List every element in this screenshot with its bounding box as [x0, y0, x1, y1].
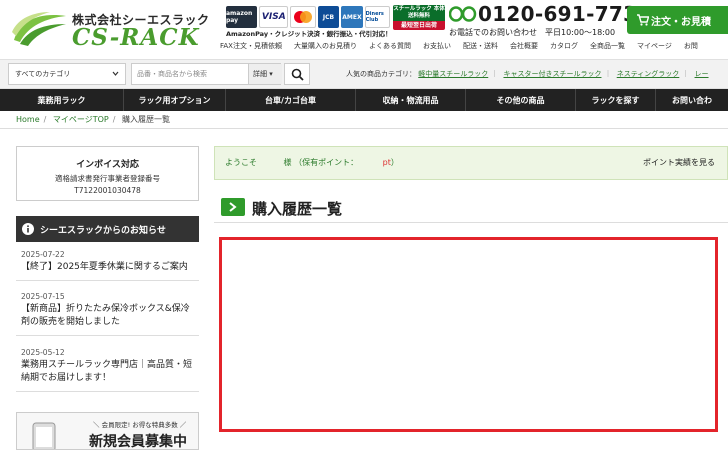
mastercard-icon	[294, 11, 313, 23]
popular-link-more[interactable]: レー	[695, 70, 709, 78]
amazon-pay-logo: amazon pay	[226, 6, 258, 28]
order-estimate-label: 注文・お見積	[651, 16, 711, 28]
category-select[interactable]: すべてのカテゴリ	[8, 63, 126, 85]
news-divider	[16, 391, 199, 392]
notice-header: シーエスラックからのお知らせ	[16, 216, 199, 242]
popular-label: 人気の商品カテゴリ：	[346, 70, 416, 78]
news-item[interactable]: 2025-07-15 【新商品】折りたたみ保冷ボックス&保冷剤の販売を開始しまし…	[16, 292, 199, 336]
subnav-faq[interactable]: よくある質問	[363, 41, 417, 51]
nav-rack-options[interactable]: ラック用オプション	[124, 89, 226, 111]
subnav-contact[interactable]: お問	[678, 41, 704, 51]
nav-storage-logistics[interactable]: 収納・物流用品	[356, 89, 466, 111]
free-dial-icon	[449, 6, 477, 22]
main-nav: 業務用ラック ラック用オプション 台車/カゴ台車 収納・物流用品 その他の商品 …	[0, 89, 728, 111]
welcome-prefix: ようこそ	[225, 158, 257, 167]
popular-link-light-rack[interactable]: 軽中量スチールラック	[418, 70, 488, 78]
detail-search-select[interactable]: 詳細 ▾	[248, 64, 282, 84]
title-divider	[214, 222, 728, 223]
breadcrumb-divider	[0, 128, 728, 129]
nav-contact[interactable]: お問い合わ	[656, 89, 728, 111]
news-date: 2025-07-15	[21, 292, 65, 301]
breadcrumb-current: 購入履歴一覧	[121, 115, 170, 124]
shipping-badge: スチールラック 本体送料無料 最短翌日出荷	[393, 5, 445, 30]
title-marker	[221, 198, 245, 216]
member-signup-banner[interactable]: ＼ 会員限定! お得な特典多数 ／ 新規会員募集中	[16, 412, 199, 450]
invoice-title: インボイス対応	[76, 160, 139, 170]
search-placeholder: 品番・商品名から検索	[137, 70, 207, 78]
smartphone-icon	[32, 422, 56, 449]
header-subnav: FAX注文・見積依頼 大量購入のお見積り よくある質問 お支払い 配送・送料 会…	[214, 41, 704, 51]
news-date: 2025-05-12	[21, 348, 65, 357]
breadcrumb: Home / マイページTOP / 購入履歴一覧	[16, 115, 170, 124]
subnav-all-products[interactable]: 全商品一覧	[584, 41, 631, 51]
news-divider	[16, 280, 199, 281]
news-title[interactable]: 業務用スチールラック専門店｜高品質・短納期でお届けします！	[21, 359, 193, 385]
subnav-shipping[interactable]: 配送・送料	[457, 41, 504, 51]
welcome-text: ようこそ 様 （保有ポイント： pt）	[225, 157, 399, 168]
info-icon	[22, 223, 34, 235]
order-estimate-button[interactable]: 注文・お見積	[627, 6, 728, 34]
points-history-link[interactable]: ポイント実績を見る	[643, 157, 715, 168]
search-button[interactable]	[284, 63, 310, 85]
amex-logo: AMEX	[341, 6, 363, 28]
phone-number[interactable]: 0120-691-773	[478, 2, 637, 26]
diners-logo: Diners Club	[364, 6, 391, 28]
welcome-box: ようこそ 様 （保有ポイント： pt） ポイント実績を見る	[214, 146, 728, 180]
popular-categories: 人気の商品カテゴリ： 軽中量スチールラック｜ キャスター付きスチールラック｜ ネ…	[346, 70, 709, 78]
cs-rack-logo-icon[interactable]	[10, 10, 70, 48]
news-title[interactable]: 【新商品】折りたたみ保冷ボックス&保冷剤の販売を開始しました	[21, 303, 193, 329]
popular-link-caster-rack[interactable]: キャスター付きスチールラック	[503, 70, 601, 78]
welcome-suffix: ）	[390, 158, 399, 167]
subnav-mypage[interactable]: マイページ	[631, 41, 678, 51]
news-item[interactable]: 2025-05-12 業務用スチールラック専門店｜高品質・短納期でお届けします！	[16, 348, 199, 392]
breadcrumb-mypage[interactable]: マイページTOP	[53, 115, 109, 124]
payment-logos: amazon pay VISA JCB AMEX Diners Club	[226, 6, 391, 28]
search-bar: すべてのカテゴリ 品番・商品名から検索 詳細 ▾ 人気の商品カテゴリ： 軽中量ス…	[0, 59, 728, 89]
notice-title: シーエスラックからのお知らせ	[40, 225, 166, 236]
brand-name[interactable]: CS-RACK	[72, 24, 200, 51]
banner-subtitle: ＼ 会員限定! お得な特典多数 ／	[93, 421, 187, 429]
invoice-box: インボイス対応 適格請求書発行事業者登録番号 T7122001030478	[16, 146, 199, 201]
nav-find-rack[interactable]: ラックを探す	[576, 89, 656, 111]
purchase-history-area	[219, 237, 718, 432]
invoice-registration-number: T7122001030478	[74, 186, 141, 195]
news-item[interactable]: 2025-07-22 【終了】2025年夏季休業に関するご案内	[16, 250, 199, 281]
category-select-label: すべてのカテゴリ	[15, 70, 71, 78]
detail-search-label: 詳細	[253, 70, 267, 78]
site-header: 株式会社シーエスラック CS-RACK amazon pay VISA JCB …	[0, 0, 728, 56]
chevron-down-icon	[112, 71, 119, 76]
subnav-catalog[interactable]: カタログ	[544, 41, 584, 51]
nav-carts[interactable]: 台車/カゴ台車	[226, 89, 356, 111]
subnav-bulk-estimate[interactable]: 大量購入のお見積り	[288, 41, 363, 51]
banner-title: 新規会員募集中	[89, 434, 187, 450]
subnav-fax-order[interactable]: FAX注文・見積依頼	[214, 41, 288, 51]
welcome-points-label: 様 （保有ポイント：	[283, 158, 359, 167]
phone-hours: 平日10:00～18:00	[545, 28, 616, 37]
mastercard-logo	[290, 6, 316, 28]
phone-caption: お電話でのお問い合わせ	[449, 28, 537, 37]
payment-methods-text: AmazonPay・クレジット決済・銀行振込・代引対応！	[226, 30, 392, 38]
nav-other-products[interactable]: その他の商品	[466, 89, 576, 111]
news-title[interactable]: 【終了】2025年夏季休業に関するご案内	[21, 261, 193, 274]
jcb-logo: JCB	[317, 6, 340, 28]
news-divider	[16, 335, 199, 336]
invoice-registration-label: 適格請求書発行事業者登録番号	[55, 174, 160, 183]
search-icon	[291, 68, 304, 81]
page-title: 購入履歴一覧	[252, 200, 343, 218]
popular-link-nesting-rack[interactable]: ネスティングラック	[617, 70, 680, 78]
chevron-right-icon	[229, 202, 237, 212]
free-shipping-badge: スチールラック 本体送料無料	[393, 5, 445, 21]
visa-logo: VISA	[259, 6, 289, 28]
subnav-company[interactable]: 会社概要	[504, 41, 544, 51]
news-date: 2025-07-22	[21, 250, 65, 259]
cart-icon	[637, 14, 649, 26]
nav-business-rack[interactable]: 業務用ラック	[0, 89, 124, 111]
next-day-badge: 最短翌日出荷	[393, 21, 445, 30]
subnav-payment[interactable]: お支払い	[417, 41, 457, 51]
welcome-points-unit: pt	[382, 158, 391, 167]
breadcrumb-home[interactable]: Home	[16, 115, 40, 124]
